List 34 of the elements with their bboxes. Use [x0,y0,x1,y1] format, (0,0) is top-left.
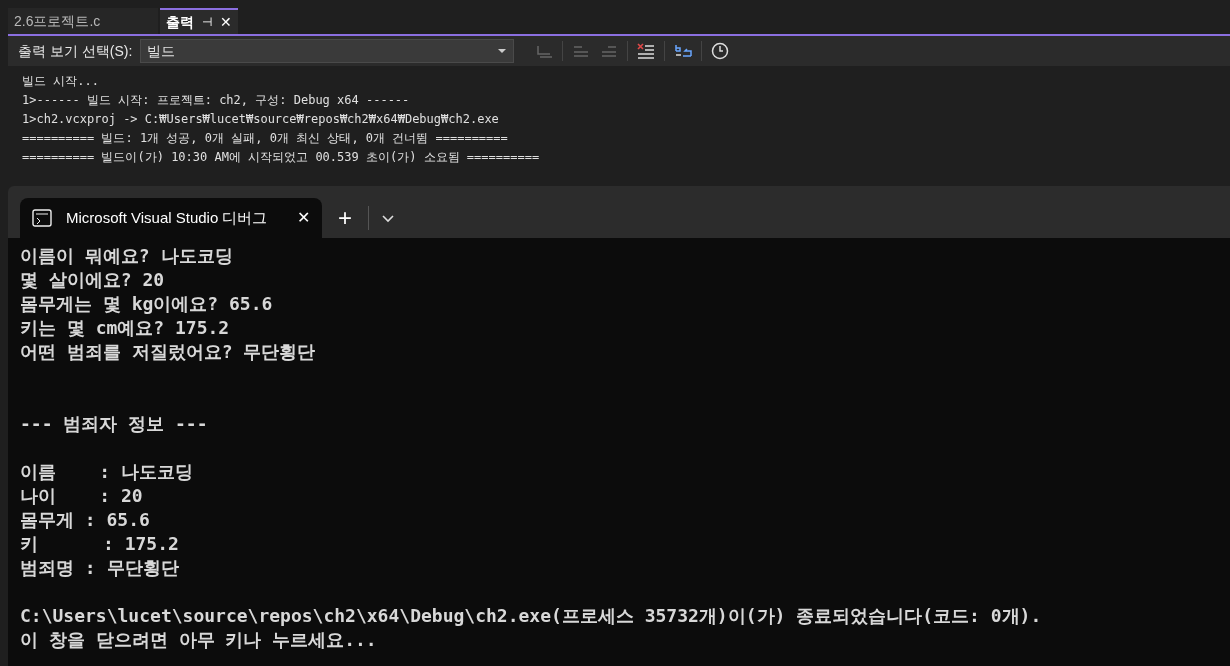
console-icon [32,209,52,227]
console-line: 몇 살이에요? 20 [20,268,166,292]
clock-icon [710,41,731,61]
output-source-label: 출력 보기 선택(S): [18,41,133,61]
output-line: 1>ch2.vcxproj -> C:₩Users₩lucet₩source₩repos₩ch2₩x64₩Debug₩ch2.exe [22,111,500,128]
console-line: --- 범죄자 정보 --- [20,412,209,436]
output-source-dropdown[interactable]: 빌드 [140,39,515,63]
console-line: 키는 몇 cm예요? 175.2 [20,316,231,340]
output-line: ========== 빌드이(가) 10:30 AM에 시작되었고 00.539 초이(가) 소요됨 ========== [22,149,541,166]
output-line: 1>------ 빌드 시작: 프로젝트: ch2, 구성: Debug x64 ------ [22,92,411,109]
console-line: 몸무게 : 65.6 [20,508,151,532]
close-button[interactable]: ✕ [220,11,232,33]
output-line: 빌드 시작... [22,73,100,90]
clear-all-icon [636,42,657,60]
new-tab-button[interactable]: + [328,198,362,238]
output-line: ========== 빌드: 1개 성공, 0개 실패, 0개 최신 상태, 0개 건너뜀 ========== [22,130,509,147]
terminal-tab[interactable]: Microsoft Visual Studio 디버그 ✕ [20,198,322,238]
console-line: C:\Users\lucet\source\repos\ch2\x64\Debug\ch2.exe(프로세스 35732개)이(가) 종료되었습니다(코드: 0개). [20,604,1043,628]
console-line: 키 : 175.2 [20,532,180,556]
console-line: 나이 : 20 [20,484,144,508]
document-tab[interactable]: 2.6프로젝트.c [8,8,158,34]
caret-icon [497,48,508,54]
close-button[interactable]: ✕ [297,206,310,230]
word-wrap-icon [673,42,694,60]
document-tab[interactable]: 출력 ⊣ ✕ [160,8,238,34]
chevron-down-icon [381,214,395,224]
pin-button[interactable]: ⊣ [202,13,212,31]
console-line: 몸무게는 몇 kg이에요? 65.6 [20,292,274,316]
console-line: 이름 : 나도코딩 [20,460,195,484]
console-line: 이 창을 닫으려면 아무 키나 누르세요... [20,628,378,652]
terminal-tab-title: Microsoft Visual Studio 디버그 [66,207,268,228]
console-line: 어떤 범죄를 저질렀어요? 무단횡단 [20,340,317,364]
console-line: 범죄명 : 무단횡단 [20,556,180,580]
console-line: 이름이 뭐예요? 나도코딩 [20,244,234,268]
